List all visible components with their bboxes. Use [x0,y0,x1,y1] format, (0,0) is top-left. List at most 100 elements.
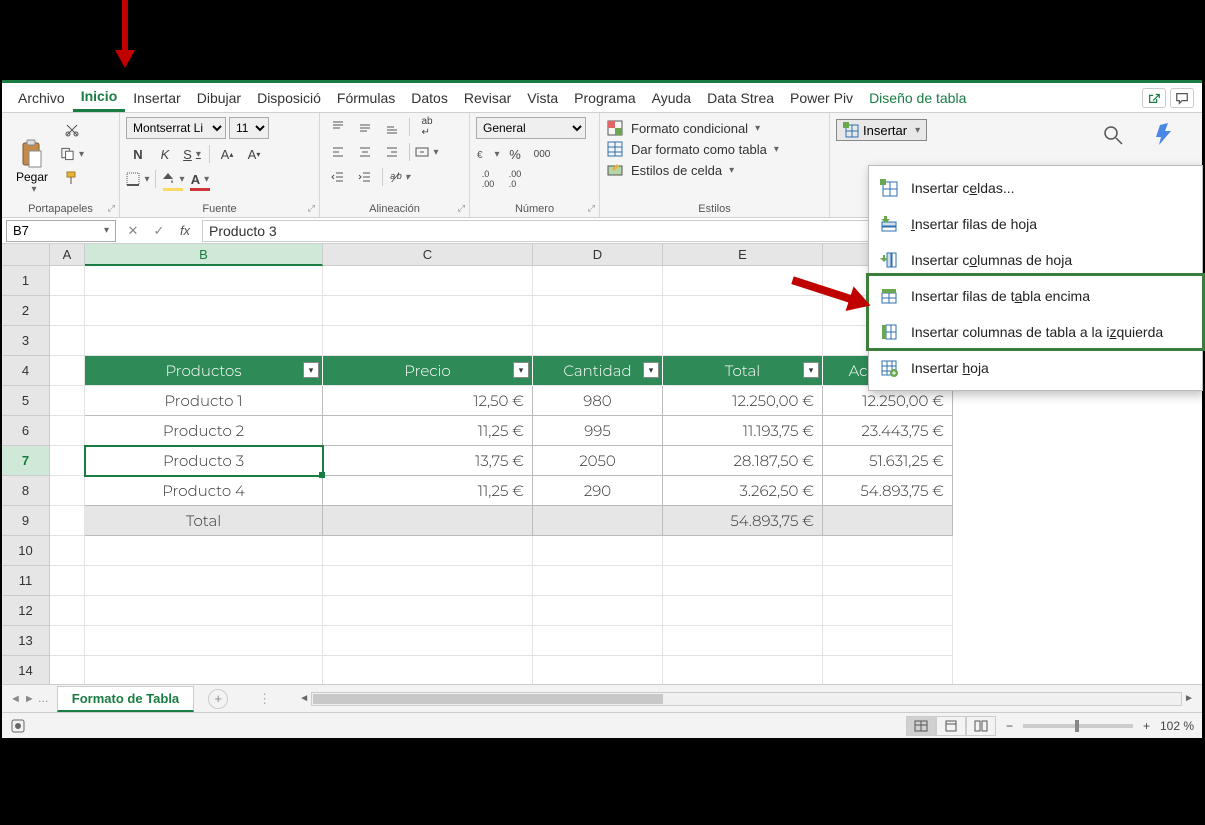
filter-icon[interactable]: ▾ [513,362,529,378]
table-cell[interactable]: 995 [533,416,663,446]
table-cell[interactable]: 54.893,75 € [823,476,953,506]
zoom-in-button[interactable]: + [1143,719,1150,733]
italic-button[interactable]: K [153,144,177,164]
filter-icon[interactable]: ▾ [803,362,819,378]
accept-formula-icon[interactable]: ✓ [146,223,172,239]
table-cell[interactable]: Producto 2 [85,416,323,446]
format-as-table-button[interactable]: Dar formato como tabla▾ [606,140,779,158]
align-middle-button[interactable] [353,117,377,137]
table-cell[interactable]: 28.187,50 € [663,446,823,476]
menu-insert-sheet-rows[interactable]: Insertar filas de hoja [869,206,1202,242]
increase-font-button[interactable]: A▴ [215,144,239,164]
menu-insert-table-rows-above[interactable]: Insertar filas de tabla encima [869,278,1202,314]
tab-disposicion[interactable]: Disposició [249,85,329,111]
number-launcher-icon[interactable]: ⤢ [588,203,595,214]
fill-color-button[interactable]: ▾ [161,169,185,189]
menu-insert-sheet-cols[interactable]: Insertar columnas de hoja [869,242,1202,278]
tab-datos[interactable]: Datos [403,85,456,111]
row-header-14[interactable]: 14 [2,656,50,684]
font-size-select[interactable]: 11 [229,117,269,139]
font-name-select[interactable]: Montserrat Li [126,117,226,139]
table-cell[interactable]: 11,25 € [323,476,533,506]
comments-icon[interactable] [1170,88,1194,108]
percent-button[interactable]: % [503,144,527,164]
page-break-view-button[interactable] [966,716,996,736]
align-top-button[interactable] [326,117,350,137]
search-icon[interactable] [1097,121,1129,149]
selected-cell[interactable]: Producto 3 [85,446,323,476]
table-cell[interactable] [533,506,663,536]
scroll-right-icon[interactable]: ► [1182,693,1196,705]
cell-styles-button[interactable]: Estilos de celda▾ [606,161,779,179]
page-layout-view-button[interactable] [936,716,966,736]
sheet-nav-more-icon[interactable]: … [38,693,49,705]
table-cell[interactable]: 12.250,00 € [663,386,823,416]
table-cell[interactable]: Producto 1 [85,386,323,416]
tab-power-pivot[interactable]: Power Piv [782,85,861,111]
copy-button[interactable]: ▾ [60,144,84,164]
conditional-format-button[interactable]: Formato condicional▾ [606,119,779,137]
decrease-font-button[interactable]: A▾ [242,144,266,164]
row-header-3[interactable]: 3 [2,326,50,356]
table-cell[interactable]: 12,50 € [323,386,533,416]
horizontal-scrollbar[interactable]: ◄ ► [311,692,1182,706]
increase-indent-button[interactable] [353,167,377,187]
sheet-nav-next-icon[interactable]: ► [24,693,35,705]
comma-style-button[interactable]: 000 [530,144,554,164]
row-header-1[interactable]: 1 [2,266,50,296]
share-icon[interactable] [1142,88,1166,108]
row-header-2[interactable]: 2 [2,296,50,326]
row-header-4[interactable]: 4 [2,356,50,386]
menu-insert-sheet[interactable]: Insertar hoja [869,350,1202,386]
clipboard-launcher-icon[interactable]: ⤢ [108,203,115,214]
row-header-9[interactable]: 9 [2,506,50,536]
tab-insertar[interactable]: Insertar [125,85,188,111]
decrease-decimal-button[interactable]: .00.0 [503,169,527,189]
align-left-button[interactable] [326,142,350,162]
table-header-precio[interactable]: Precio▾ [323,356,533,386]
tab-programador[interactable]: Programa [566,85,643,111]
table-header-total[interactable]: Total▾ [663,356,823,386]
col-header-d[interactable]: D [533,244,663,266]
scroll-left-icon[interactable]: ◄ [297,693,311,705]
tab-diseno-tabla[interactable]: Diseño de tabla [861,85,974,111]
table-total-label[interactable]: Total [85,506,323,536]
table-cell[interactable]: 23.443,75 € [823,416,953,446]
table-header-productos[interactable]: Productos▾ [85,356,323,386]
zoom-level[interactable]: 102 % [1160,719,1194,733]
row-header-7[interactable]: 7 [2,446,50,476]
fx-icon[interactable]: fx [172,223,198,238]
table-cell[interactable] [323,506,533,536]
table-total-value[interactable]: 54.893,75 € [663,506,823,536]
font-launcher-icon[interactable]: ⤢ [308,203,315,214]
scroll-thumb[interactable] [313,694,663,704]
table-cell[interactable]: 13,75 € [323,446,533,476]
name-box[interactable]: B7▾ [6,220,116,242]
font-color-button[interactable]: A▾ [188,169,212,189]
underline-button[interactable]: S▾ [180,144,204,164]
increase-decimal-button[interactable]: .0.00 [476,169,500,189]
tab-inicio[interactable]: Inicio [73,83,126,112]
bold-button[interactable]: N [126,144,150,164]
cancel-formula-icon[interactable]: ✕ [120,223,146,239]
number-format-select[interactable]: General [476,117,586,139]
table-cell[interactable] [823,506,953,536]
borders-button[interactable]: ▾ [126,169,150,189]
cut-button[interactable] [60,120,84,140]
tab-vista[interactable]: Vista [519,85,566,111]
new-sheet-button[interactable]: + [208,689,228,709]
merge-button[interactable]: ▾ [415,142,439,162]
tab-archivo[interactable]: Archivo [10,85,73,111]
table-cell[interactable]: 290 [533,476,663,506]
menu-insert-table-cols-left[interactable]: Insertar columnas de tabla a la izquierd… [869,314,1202,350]
table-cell[interactable]: 11,25 € [323,416,533,446]
tab-data-streamer[interactable]: Data Strea [699,85,782,111]
align-bottom-button[interactable] [380,117,404,137]
tab-revisar[interactable]: Revisar [456,85,519,111]
table-cell[interactable]: 11.193,75 € [663,416,823,446]
decrease-indent-button[interactable] [326,167,350,187]
accounting-format-button[interactable]: €▾ [476,144,500,164]
row-header-8[interactable]: 8 [2,476,50,506]
zoom-slider[interactable] [1023,724,1133,728]
row-header-10[interactable]: 10 [2,536,50,566]
